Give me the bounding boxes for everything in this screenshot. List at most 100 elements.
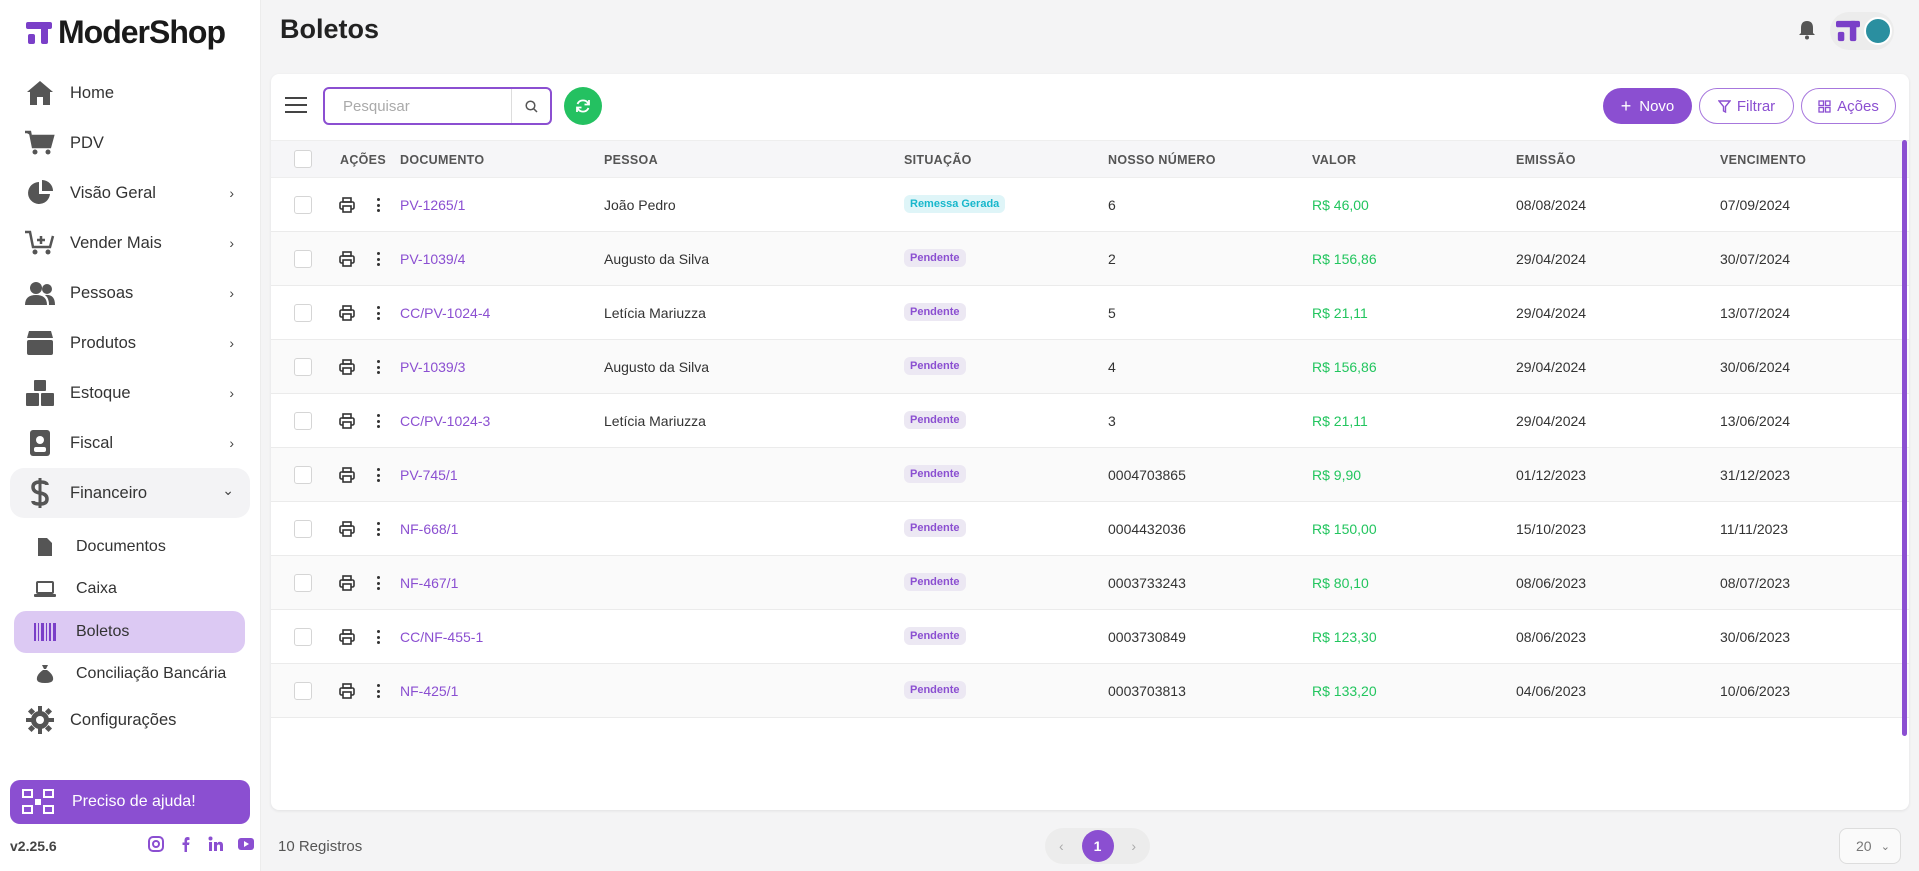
avatar	[1864, 17, 1892, 45]
pie-chart-icon	[24, 178, 56, 208]
sidebar-item-financeiro[interactable]: Financeiro ⌄	[10, 468, 250, 518]
print-icon[interactable]	[339, 413, 355, 429]
scrollbar[interactable]	[1902, 140, 1907, 736]
print-icon[interactable]	[339, 683, 355, 699]
sidebar-item-configuracoes[interactable]: Configurações	[10, 695, 250, 745]
table-row[interactable]: CC/PV-1024-3 Letícia Mariuzza 3 R$ 21,11 29/…	[271, 394, 1909, 448]
sidebar-item-home[interactable]: Home	[10, 68, 250, 118]
sidebar-item-pessoas[interactable]: Pessoas ›	[10, 268, 250, 318]
table-row[interactable]: NF-668/1 0004432036 R$ 150,00 15/10/2023 11/…	[271, 502, 1909, 556]
column-header-pessoa[interactable]: PESSOA	[604, 153, 658, 167]
print-icon[interactable]	[339, 359, 355, 375]
more-vertical-icon[interactable]	[375, 250, 381, 268]
more-vertical-icon[interactable]	[375, 412, 381, 430]
print-icon[interactable]	[339, 521, 355, 537]
column-header-documento[interactable]: DOCUMENTO	[400, 153, 484, 167]
print-icon[interactable]	[339, 575, 355, 591]
linkedin-icon[interactable]	[208, 836, 224, 852]
filtrar-button[interactable]: Filtrar	[1699, 88, 1794, 124]
cell-documento[interactable]: NF-425/1	[400, 683, 458, 699]
sidebar-subitem-documentos[interactable]: Documentos	[14, 526, 245, 568]
row-checkbox[interactable]	[294, 412, 312, 430]
table-row[interactable]: PV-1039/4 Augusto da Silva 2 R$ 156,86 29/04…	[271, 232, 1909, 286]
user-menu[interactable]	[1830, 12, 1894, 50]
print-icon[interactable]	[339, 467, 355, 483]
row-checkbox[interactable]	[294, 196, 312, 214]
row-checkbox[interactable]	[294, 358, 312, 376]
cell-documento[interactable]: CC/PV-1024-4	[400, 305, 490, 321]
cell-documento[interactable]: PV-745/1	[400, 467, 458, 483]
youtube-icon[interactable]	[238, 836, 254, 852]
sidebar-subitem-boletos[interactable]: Boletos	[14, 611, 245, 653]
print-icon[interactable]	[339, 251, 355, 267]
page-size-select[interactable]: 20 ⌄	[1839, 828, 1901, 864]
print-icon[interactable]	[339, 305, 355, 321]
row-checkbox[interactable]	[294, 682, 312, 700]
more-vertical-icon[interactable]	[375, 682, 381, 700]
row-checkbox[interactable]	[294, 466, 312, 484]
search-input[interactable]	[325, 89, 511, 123]
row-checkbox[interactable]	[294, 628, 312, 646]
column-header-valor[interactable]: VALOR	[1312, 153, 1356, 167]
more-vertical-icon[interactable]	[375, 466, 381, 484]
column-header-vencimento[interactable]: VENCIMENTO	[1720, 153, 1806, 167]
novo-button[interactable]: + Novo	[1603, 88, 1692, 124]
row-checkbox[interactable]	[294, 574, 312, 592]
more-vertical-icon[interactable]	[375, 574, 381, 592]
table-row[interactable]: PV-1265/1 João Pedro 6 R$ 46,00 08/08/2024 07…	[271, 178, 1909, 232]
sidebar-subitem-conciliacao[interactable]: Conciliação Bancária	[14, 653, 245, 695]
cell-documento[interactable]: NF-668/1	[400, 521, 458, 537]
table-row[interactable]: NF-467/1 0003733243 R$ 80,10 08/06/2023 08/0…	[271, 556, 1909, 610]
logo-text: ModerShop	[58, 14, 226, 50]
hamburger-menu-icon[interactable]	[285, 96, 307, 114]
cell-documento[interactable]: PV-1039/4	[400, 251, 465, 267]
select-all-checkbox[interactable]	[294, 150, 312, 168]
facebook-icon[interactable]	[178, 836, 194, 852]
table-row[interactable]: CC/PV-1024-4 Letícia Mariuzza 5 R$ 21,11 29/…	[271, 286, 1909, 340]
instagram-icon[interactable]	[148, 836, 164, 852]
more-vertical-icon[interactable]	[375, 628, 381, 646]
column-header-nosso-numero[interactable]: NOSSO NÚMERO	[1108, 153, 1216, 167]
sidebar-item-pdv[interactable]: PDV	[10, 118, 250, 168]
print-icon[interactable]	[339, 629, 355, 645]
table-row[interactable]: PV-1039/3 Augusto da Silva 4 R$ 156,86 29/04…	[271, 340, 1909, 394]
acoes-button[interactable]: Ações	[1801, 88, 1896, 124]
chevron-right-icon: ›	[229, 435, 234, 451]
more-vertical-icon[interactable]	[375, 196, 381, 214]
logo[interactable]: ModerShop	[26, 14, 226, 51]
sidebar-item-produtos[interactable]: Produtos ›	[10, 318, 250, 368]
row-checkbox[interactable]	[294, 520, 312, 538]
search-icon[interactable]	[511, 89, 550, 123]
column-header-emissao[interactable]: EMISSÃO	[1516, 153, 1576, 167]
sidebar-item-fiscal[interactable]: Fiscal ›	[10, 418, 250, 468]
help-button[interactable]: Preciso de ajuda!	[10, 780, 250, 824]
cell-documento[interactable]: PV-1265/1	[400, 197, 465, 213]
sidebar-item-estoque[interactable]: Estoque ›	[10, 368, 250, 418]
cell-vencimento: 13/07/2024	[1720, 305, 1791, 321]
sidebar-subitem-caixa[interactable]: Caixa	[14, 568, 245, 610]
prev-page-icon[interactable]: ‹	[1059, 838, 1064, 854]
cell-documento[interactable]: PV-1039/3	[400, 359, 465, 375]
bell-icon[interactable]	[1798, 20, 1816, 40]
column-header-situacao[interactable]: SITUAÇÃO	[904, 153, 972, 167]
refresh-button[interactable]	[564, 87, 602, 125]
row-checkbox[interactable]	[294, 250, 312, 268]
sidebar-item-vender-mais[interactable]: Vender Mais ›	[10, 218, 250, 268]
home-icon	[24, 78, 56, 108]
cell-documento[interactable]: CC/PV-1024-3	[400, 413, 490, 429]
more-vertical-icon[interactable]	[375, 358, 381, 376]
cell-documento[interactable]: CC/NF-455-1	[400, 629, 483, 645]
table-row[interactable]: PV-745/1 0004703865 R$ 9,90 01/12/2023 31/12…	[271, 448, 1909, 502]
table-row[interactable]: CC/NF-455-1 0003730849 R$ 123,30 08/06/2023…	[271, 610, 1909, 664]
cell-documento[interactable]: NF-467/1	[400, 575, 458, 591]
more-vertical-icon[interactable]	[375, 304, 381, 322]
row-checkbox[interactable]	[294, 304, 312, 322]
print-icon[interactable]	[339, 197, 355, 213]
next-page-icon[interactable]: ›	[1131, 838, 1136, 854]
sidebar-item-visao-geral[interactable]: Visão Geral ›	[10, 168, 250, 218]
cell-pessoa: Augusto da Silva	[604, 359, 710, 375]
page-current[interactable]: 1	[1081, 830, 1114, 862]
acoes-button-label: Ações	[1837, 97, 1879, 115]
table-row[interactable]: NF-425/1 0003703813 R$ 133,20 04/06/2023 10/…	[271, 664, 1909, 718]
more-vertical-icon[interactable]	[375, 520, 381, 538]
